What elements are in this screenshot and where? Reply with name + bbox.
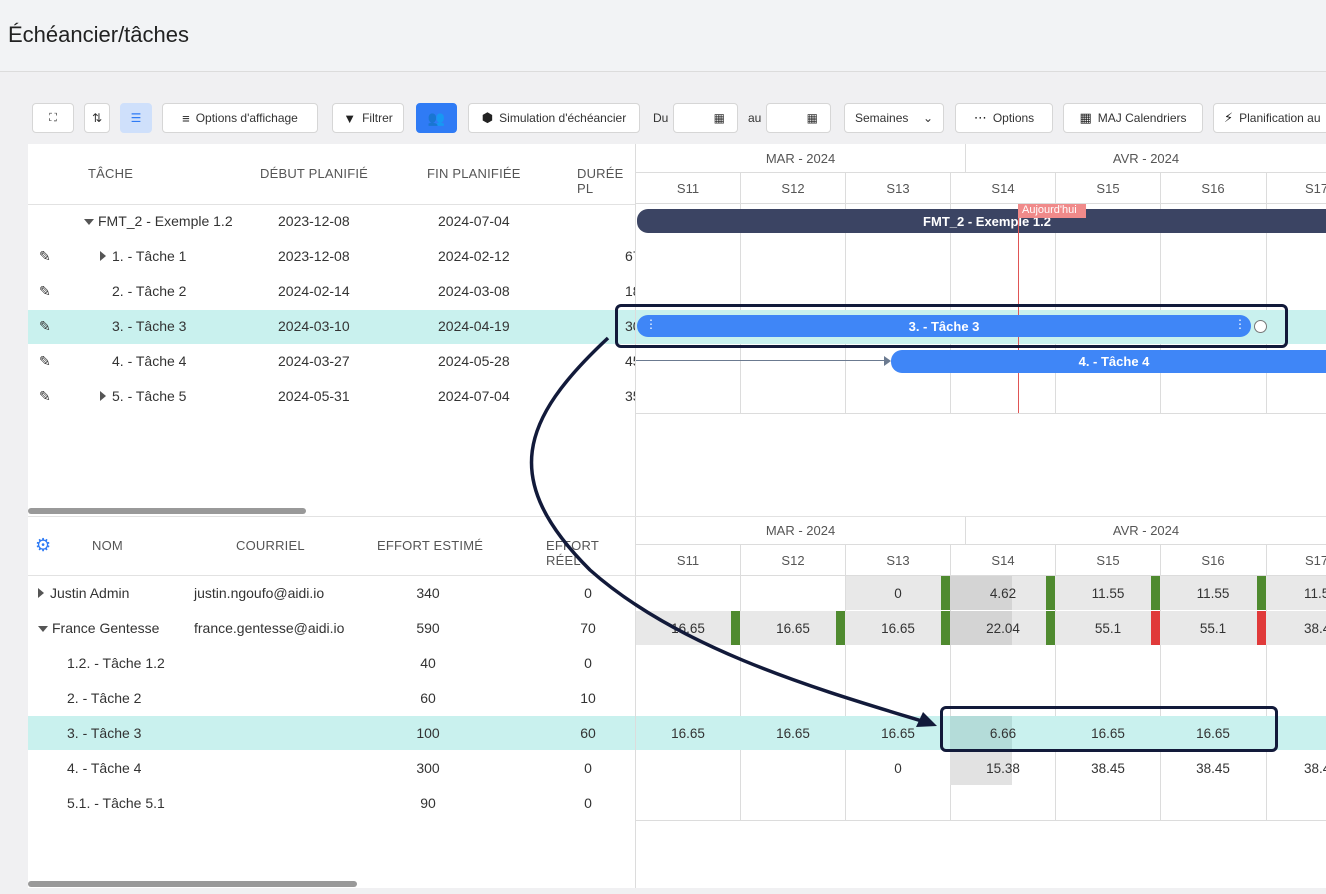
- annotation-arrow: [529, 336, 937, 727]
